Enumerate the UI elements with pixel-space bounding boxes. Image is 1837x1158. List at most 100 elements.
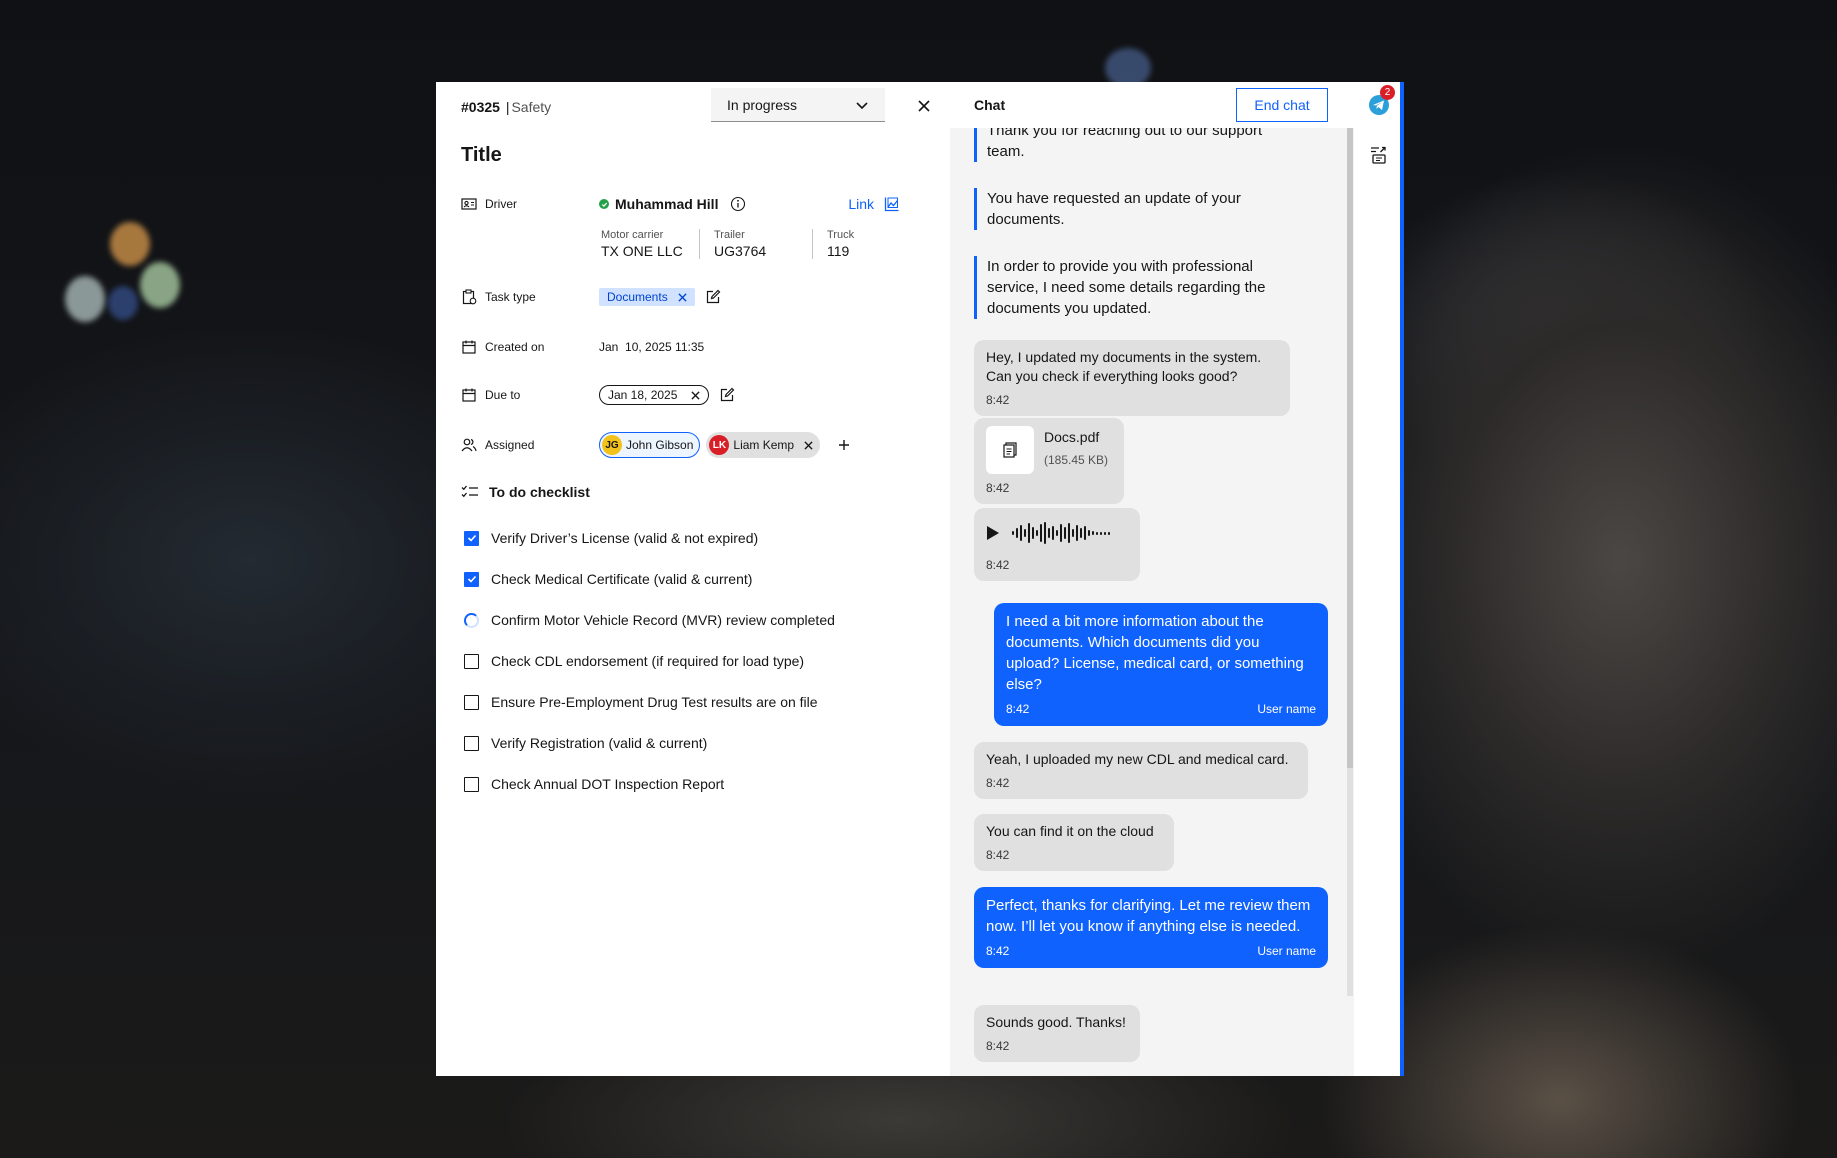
task-type-value: Documents (599, 288, 721, 306)
message-footer: 8:42 User name (986, 941, 1316, 962)
file-message[interactable]: Docs.pdf (185.45 KB) 8:42 (974, 418, 1124, 504)
remove-assignee-icon[interactable] (804, 440, 813, 450)
notification-badge: 2 (1380, 85, 1395, 100)
clear-date-icon[interactable] (691, 390, 700, 400)
ticket-category: Safety (511, 99, 552, 115)
driver-name[interactable]: Muhammad Hill (599, 196, 746, 212)
close-icon (918, 100, 930, 112)
motor-carrier-label: Motor carrier (601, 229, 664, 241)
transcript-icon (1371, 146, 1386, 164)
checklist-item-label: Verify Driver’s License (valid & not exp… (491, 530, 759, 546)
due-to-row: Due to Jan 18, 2025 (461, 384, 930, 406)
bokeh-light (108, 286, 138, 320)
chart-link-icon (884, 197, 899, 212)
created-on-label: Created on (461, 339, 599, 355)
bokeh-light (110, 222, 150, 266)
incoming-message: You can find it on the cloud 8:42 (974, 814, 1174, 871)
remove-tag-icon[interactable] (678, 292, 687, 302)
document-icon (986, 426, 1034, 474)
link-label: Link (848, 196, 874, 212)
created-on-value: Jan 10, 2025 11:35 (599, 340, 705, 354)
system-message: In order to provide you with professiona… (974, 256, 1274, 319)
chat-scrollbar[interactable] (1347, 128, 1353, 996)
play-icon[interactable] (986, 525, 1000, 541)
checklist-item-label: Check Medical Certificate (valid & curre… (491, 571, 753, 587)
assignee-chip[interactable]: JG John Gibson (599, 432, 701, 458)
trailer: Trailer UG3764 (699, 229, 812, 259)
voice-message[interactable]: 8:42 (974, 508, 1140, 581)
checkbox[interactable] (464, 653, 479, 669)
checklist-item[interactable]: Verify Registration (valid & current) (464, 735, 707, 751)
message-time: 8:42 (986, 1039, 1010, 1053)
status-dropdown[interactable]: In progress (711, 88, 885, 122)
truck-label: Truck (827, 229, 855, 241)
checkbox-checked[interactable] (464, 530, 479, 546)
id-card-icon (461, 198, 477, 210)
message-time: 8:42 (986, 944, 1010, 958)
driver-value: Muhammad Hill (599, 196, 746, 212)
incoming-message: Sounds good. Thanks! 8:42 (974, 1005, 1140, 1062)
checklist-item[interactable]: Check Medical Certificate (valid & curre… (464, 571, 752, 587)
ticket-id: #0325 (461, 99, 500, 115)
assignee-chip[interactable]: LK Liam Kemp (706, 432, 821, 458)
assigned-label-text: Assigned (485, 438, 535, 452)
message-time: 8:42 (986, 776, 1010, 790)
edit-icon[interactable] (705, 289, 721, 305)
message-text: You can find it on the cloud (986, 823, 1154, 839)
checklist-item[interactable]: Verify Driver’s License (valid & not exp… (464, 530, 758, 546)
message-time: 8:42 (986, 848, 1010, 862)
checklist-item[interactable]: Confirm Motor Vehicle Record (MVR) revie… (464, 612, 835, 628)
outgoing-message: Perfect, thanks for clarifying. Let me r… (974, 887, 1328, 968)
assigned-row: Assigned JG John Gibson LK Liam Kemp (461, 432, 930, 458)
chat-title: Chat (974, 97, 1006, 113)
checklist-title: To do checklist (461, 484, 590, 500)
created-on-label-text: Created on (485, 340, 545, 354)
checklist-item-label: Check Annual DOT Inspection Report (491, 776, 725, 792)
checkbox-checked[interactable] (464, 571, 479, 587)
due-date-pill[interactable]: Jan 18, 2025 (599, 385, 710, 405)
message-time: 8:42 (986, 558, 1010, 572)
side-rail: 2 (1354, 82, 1404, 1076)
ticket-breadcrumb: #0325 | Safety (461, 97, 551, 117)
trailer-value: UG3764 (714, 243, 767, 259)
message-text: Perfect, thanks for clarifying. Let me r… (986, 897, 1311, 935)
checkbox[interactable] (464, 735, 479, 751)
edit-icon[interactable] (719, 387, 735, 403)
due-date-text: Jan 18, 2025 (608, 388, 678, 402)
task-type-row: Task type Documents (461, 286, 930, 308)
scrollbar-thumb[interactable] (1347, 128, 1353, 768)
due-to-value: Jan 18, 2025 (599, 385, 735, 405)
avatar: JG (602, 435, 622, 455)
checklist-item-label: Confirm Motor Vehicle Record (MVR) revie… (491, 612, 835, 628)
transcript-button[interactable] (1368, 144, 1390, 166)
message-time: 8:42 (986, 393, 1010, 407)
message-time: 8:42 (1006, 702, 1030, 716)
message-time: 8:42 (986, 481, 1010, 495)
bokeh-light (140, 262, 180, 308)
task-type-tag: Documents (599, 288, 695, 306)
close-button[interactable] (914, 96, 934, 116)
end-chat-button[interactable]: End chat (1236, 88, 1328, 122)
message-text: Yeah, I uploaded my new CDL and medical … (986, 751, 1289, 767)
trailer-label: Trailer (714, 229, 745, 241)
driver-link-button[interactable]: Link (848, 196, 900, 212)
checklist-item-label: Ensure Pre-Employment Drug Test results … (491, 694, 818, 710)
calendar-icon (462, 340, 476, 354)
loading-spinner-icon (464, 612, 479, 628)
system-message: You have requested an update of your doc… (974, 188, 1274, 230)
add-assignee-icon[interactable] (838, 439, 850, 451)
chat-header: Chat End chat (950, 82, 1354, 128)
checklist-title-text: To do checklist (489, 484, 590, 500)
checkbox[interactable] (464, 776, 479, 792)
message-text: Hey, I updated my documents in the syste… (986, 349, 1262, 384)
checkbox[interactable] (464, 694, 479, 710)
message-footer: 8:42 User name (1006, 699, 1316, 720)
incoming-message: Hey, I updated my documents in the syste… (974, 340, 1290, 416)
driver-label: Driver (461, 196, 599, 212)
telegram-button[interactable]: 2 (1368, 85, 1395, 116)
info-icon[interactable] (730, 196, 746, 212)
motor-carrier: Motor carrier TX ONE LLC (601, 229, 699, 259)
checklist-item[interactable]: Ensure Pre-Employment Drug Test results … (464, 694, 818, 710)
checklist-item[interactable]: Check Annual DOT Inspection Report (464, 776, 724, 792)
checklist-item[interactable]: Check CDL endorsement (if required for l… (464, 653, 804, 669)
